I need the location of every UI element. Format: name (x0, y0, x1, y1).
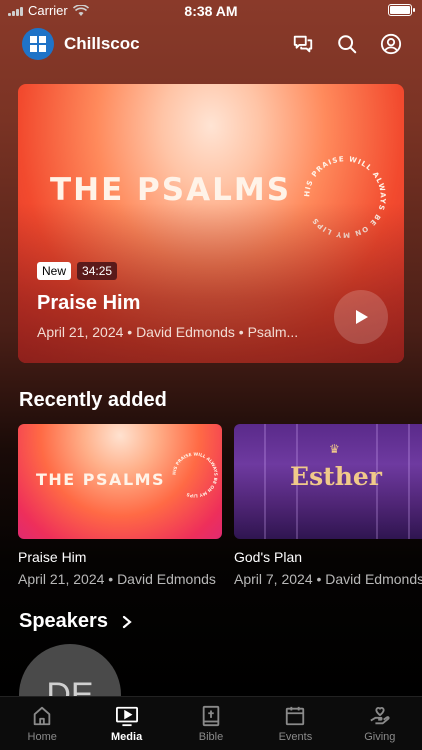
home-icon (33, 706, 51, 726)
tab-label: Bible (198, 731, 224, 743)
card-title: God's Plan (234, 549, 303, 565)
recently-added-list: THE PSALMS HIS PRAISE WILL ALWAYS BE ON … (18, 424, 422, 587)
status-time: 8:38 AM (184, 3, 238, 19)
tab-bar: Home Media Bible Events Giving (0, 696, 422, 750)
crown-icon: ♛ (329, 442, 340, 456)
media-icon (115, 706, 138, 727)
media-card[interactable]: ♛ Esther God's Plan April 7, 2024 • Davi… (234, 424, 422, 587)
play-button[interactable] (334, 290, 388, 344)
card-art-title: THE PSALMS (36, 470, 166, 489)
hero-title: Praise Him (37, 292, 141, 314)
tab-giving[interactable]: Giving (338, 697, 422, 750)
battery-icon (388, 4, 415, 16)
featured-hero-card[interactable]: THE PSALMS HIS PRAISE WILL ALWAYS BE ON … (18, 84, 404, 363)
card-thumbnail: ♛ Esther (234, 424, 422, 539)
tab-label: Events (278, 731, 313, 743)
search-icon[interactable] (336, 33, 358, 55)
media-card[interactable]: THE PSALMS HIS PRAISE WILL ALWAYS BE ON … (18, 424, 222, 587)
badge-new: New (37, 262, 72, 280)
giving-icon (370, 706, 390, 725)
app-logo[interactable] (22, 28, 54, 60)
card-meta: April 7, 2024 • David Edmonds (234, 571, 422, 587)
profile-icon[interactable] (380, 33, 402, 55)
recently-added-title: Recently added (19, 389, 167, 411)
app-title: Chillscoc (64, 34, 140, 53)
hero-badges: New 34:25 (37, 262, 118, 280)
tab-home[interactable]: Home (0, 697, 84, 750)
svg-text:HIS PRAISE WILL ALWAYS BE ON M: HIS PRAISE WILL ALWAYS BE ON MY LIPS (171, 451, 218, 498)
card-title: Praise Him (18, 549, 87, 565)
card-thumbnail: THE PSALMS HIS PRAISE WILL ALWAYS BE ON … (18, 424, 222, 539)
tab-media[interactable]: Media (84, 697, 168, 750)
app-header: Chillscoc (22, 26, 402, 62)
badge-duration: 34:25 (77, 262, 118, 280)
tab-label: Giving (364, 731, 396, 743)
tab-label: Home (27, 731, 57, 743)
tab-bible[interactable]: Bible (169, 697, 253, 750)
header-actions (292, 33, 402, 55)
play-icon (356, 310, 368, 324)
tab-label: Media (111, 731, 143, 743)
logo-icon (30, 36, 46, 52)
chevron-right-icon (122, 615, 132, 628)
events-icon (286, 706, 305, 726)
tab-events[interactable]: Events (253, 697, 337, 750)
hero-meta: April 21, 2024 • David Edmonds • Psalm..… (37, 324, 299, 340)
card-ring-text: HIS PRAISE WILL ALWAYS BE ON MY LIPS (171, 451, 218, 498)
speakers-title: Speakers (19, 610, 108, 632)
chat-icon[interactable] (292, 33, 314, 55)
card-art-title: Esther (290, 462, 382, 491)
speakers-header[interactable]: Speakers (19, 610, 132, 633)
status-bar: Carrier 8:38 AM (0, 0, 422, 22)
bible-icon (202, 705, 220, 727)
card-meta: April 21, 2024 • David Edmonds (18, 571, 216, 587)
